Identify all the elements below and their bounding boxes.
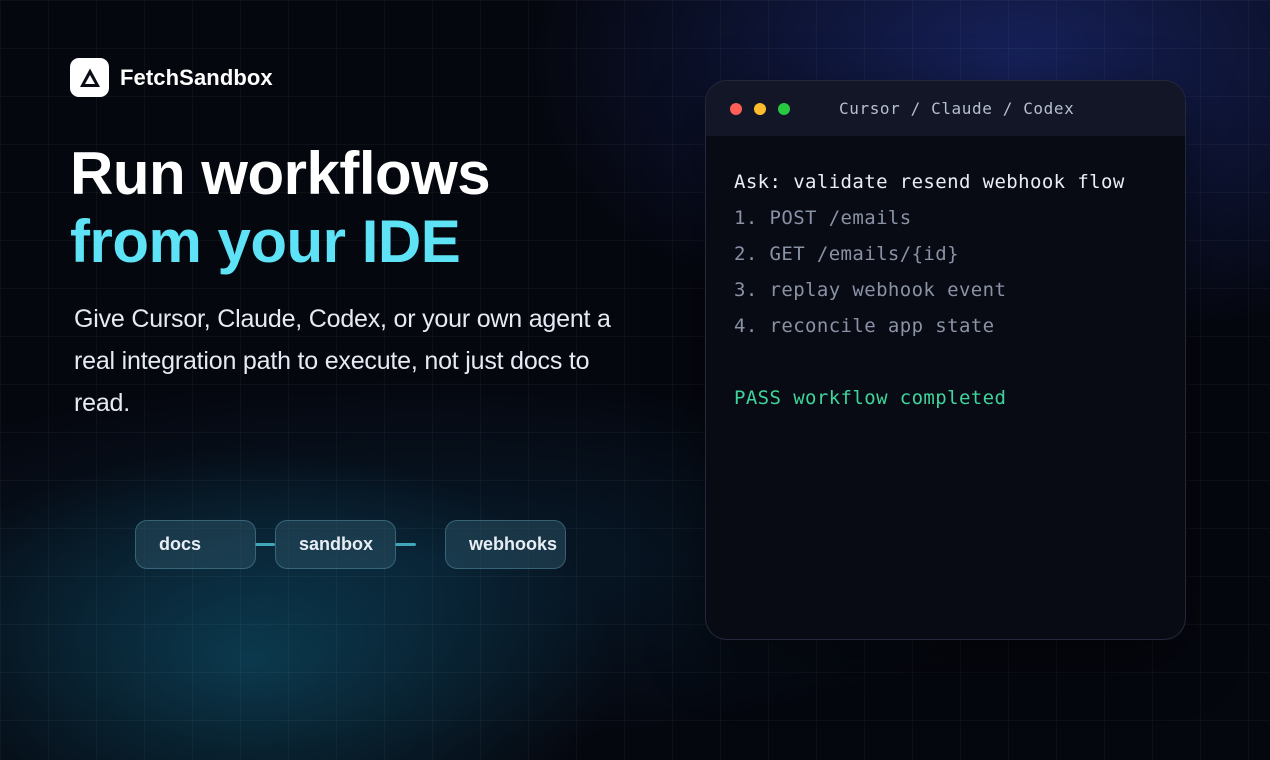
- headline-line-2: from your IDE: [70, 208, 461, 275]
- terminal-step-line: 3. replay webhook event: [734, 279, 1007, 301]
- triangle-logo-icon: [70, 58, 109, 97]
- maximize-window-dot-icon[interactable]: [778, 102, 790, 115]
- terminal-result-line: PASS workflow completed: [734, 387, 1007, 409]
- flow-connector: [395, 543, 416, 546]
- terminal-output: Ask: validate resend webhook flow 1. POS…: [706, 136, 1185, 416]
- headline-line-1: Run workflows: [70, 140, 491, 207]
- terminal-step-line: 2. GET /emails/{id}: [734, 243, 959, 265]
- brand: FetchSandbox: [70, 58, 273, 97]
- terminal-ask-line: Ask: validate resend webhook flow: [734, 171, 1125, 193]
- terminal-title: Cursor / Claude / Codex: [839, 99, 1075, 118]
- terminal-window: Cursor / Claude / Codex Ask: validate re…: [705, 80, 1186, 640]
- brand-name: FetchSandbox: [120, 64, 273, 90]
- hero-description: Give Cursor, Claude, Codex, or your own …: [74, 305, 611, 417]
- flow-diagram: docs sandbox webhooks: [135, 520, 575, 570]
- flow-step-sandbox: sandbox: [275, 520, 396, 569]
- flow-step-webhooks: webhooks: [445, 520, 566, 569]
- headline: Run workflows from your IDE: [70, 140, 491, 276]
- flow-connector: [255, 543, 275, 546]
- terminal-title-bar: Cursor / Claude / Codex: [706, 81, 1185, 136]
- minimize-window-dot-icon[interactable]: [754, 102, 766, 115]
- terminal-step-line: 4. reconcile app state: [734, 315, 995, 337]
- flow-step-docs: docs: [135, 520, 256, 569]
- terminal-step-line: 1. POST /emails: [734, 207, 912, 229]
- close-window-dot-icon[interactable]: [730, 102, 742, 115]
